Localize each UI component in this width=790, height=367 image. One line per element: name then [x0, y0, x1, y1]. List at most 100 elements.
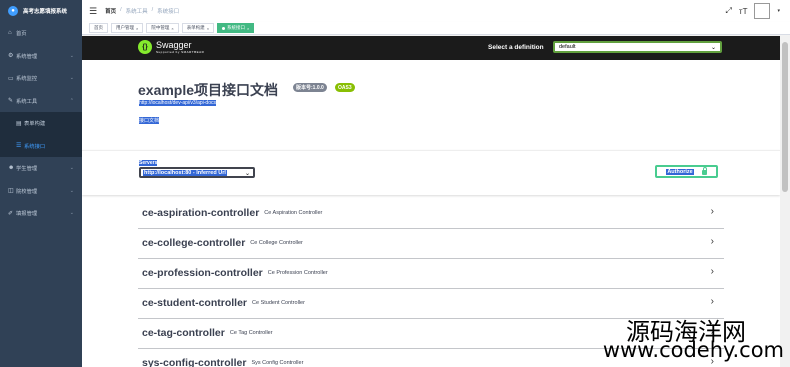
controller-description: Ce College Controller — [250, 240, 303, 246]
sidebar-item-label: 院校管理 — [16, 188, 38, 195]
chevron-down-icon: ⌄ — [69, 210, 74, 217]
sidebar-item[interactable]: ◫ 院校管理 ⌄ — [0, 180, 82, 203]
controller-description: Ce Tag Controller — [229, 330, 273, 336]
controller-name[interactable]: ce-student-controller — [138, 297, 247, 309]
tag-item[interactable]: 系统接口 × — [217, 23, 255, 33]
close-icon[interactable]: × — [247, 26, 249, 31]
brand[interactable]: ● 高考志愿填报系统 — [0, 0, 82, 22]
fullscreen-icon[interactable]: ⤢ — [726, 6, 732, 16]
authorize-button[interactable]: Authorize — [655, 165, 718, 178]
chevron-down-icon: ⌄ — [69, 187, 74, 194]
hamburger-icon[interactable]: ☰ — [89, 6, 97, 17]
avatar[interactable] — [754, 3, 771, 19]
sidebar-item-label: 表单构建 — [24, 121, 46, 128]
breadcrumb-item: 系统接口 — [157, 9, 180, 15]
chevron-right-icon[interactable]: › — [711, 206, 714, 217]
caret-down-icon[interactable]: ▾ — [777, 8, 780, 14]
sidebar-item-label: 填报管理 — [16, 211, 38, 218]
breadcrumb-item: 系统工具 — [125, 9, 148, 15]
sidebar-item[interactable]: ✎ 系统工具 ⌃ — [0, 90, 82, 113]
chevron-up-icon: ⌃ — [69, 97, 74, 104]
font-size-icon[interactable]: ᴛT — [739, 7, 748, 16]
breadcrumb-item[interactable]: 首页 — [105, 7, 116, 15]
tag-item[interactable]: 院中管理 × — [146, 23, 179, 33]
chevron-down-icon: ⌄ — [69, 52, 74, 59]
sidebar-item[interactable]: ⌂ 首页 — [0, 22, 82, 45]
sidebar-item-label: 系统工具 — [16, 98, 38, 105]
controller-name[interactable]: sys-config-controller — [138, 357, 246, 367]
breadcrumb-separator: / — [151, 7, 154, 13]
controller-name[interactable]: ce-tag-controller — [138, 327, 225, 339]
close-icon[interactable]: × — [207, 26, 209, 31]
dashboard-icon: ⌂ — [8, 30, 12, 37]
controller-description: Sys Config Controller — [251, 360, 304, 366]
sidebar-item-label: 系统管理 — [16, 53, 38, 60]
swagger-brand: Swagger — [156, 39, 192, 50]
tag-label: 系统接口 — [227, 25, 246, 30]
swagger-logo[interactable]: {} Swagger Supported by SMARTBEAR — [138, 40, 204, 54]
authorize-label: Authorize — [666, 168, 694, 175]
chevron-down-icon: ⌄ — [69, 75, 74, 82]
sidebar-item[interactable]: ☰ 系统接口 — [0, 134, 82, 157]
school-icon: ◫ — [8, 188, 14, 195]
tag-item[interactable]: 用户管理 × — [111, 23, 144, 33]
controller-section[interactable]: ce-profession-controller Ce Profession Co… — [138, 258, 724, 289]
tags-view: 首页 用户管理 × 院中管理 × 表单构建 × 系统接口 × — [82, 22, 790, 35]
close-icon[interactable]: × — [136, 26, 138, 31]
definition-select[interactable]: default ⌄ — [553, 41, 722, 53]
controller-section[interactable]: ce-aspiration-controller Ce Aspiration Co… — [138, 198, 724, 229]
navbar-right: ⤢ ᴛT ▾ — [726, 3, 780, 19]
tag-label: 用户管理 — [116, 25, 134, 30]
sidebar: ● 高考志愿填报系统 ⌂ 首页 ⚙ 系统管理 ⌄ ▭ 系统监控 ⌄ ✎ 系统工具 ⌃ ▤ 表单构建 ☰ 系统… — [0, 0, 82, 367]
navbar: ☰ 首页 / 系统工具 / 系统接口 ⤢ ᴛT ▾ — [82, 0, 790, 23]
tag-item[interactable]: 首页 — [89, 23, 108, 33]
controller-section[interactable]: ce-college-controller Ce College Controll… — [138, 228, 724, 259]
servers-select[interactable]: http://localhost:80 - Inferred Url ⌄ — [139, 167, 255, 178]
api-docs-link[interactable]: http://localhost/dev-api/v3/api-docs — [139, 100, 216, 106]
monitor-icon: ▭ — [8, 75, 14, 82]
sidebar-item[interactable]: ☻ 学生管理 ⌄ — [0, 157, 82, 180]
swagger-brand-sub: Supported by SMARTBEAR — [156, 49, 205, 54]
controller-description: Ce Student Controller — [252, 300, 305, 306]
swagger-logo-icon: {} — [138, 40, 152, 54]
user-icon: ☻ — [8, 165, 15, 172]
sidebar-item[interactable]: ▤ 表单构建 — [0, 112, 82, 135]
chevron-right-icon[interactable]: › — [711, 266, 714, 277]
watermark-line2: www.codehy.com — [602, 338, 784, 362]
sidebar-item[interactable]: ⚙ 系统管理 ⌄ — [0, 45, 82, 68]
chevron-down-icon: ⌄ — [710, 45, 716, 51]
breadcrumb: 首页 / 系统工具 / 系统接口 — [105, 7, 179, 15]
sidebar-item-label: 系统监控 — [16, 76, 38, 83]
sidebar-menu: ⌂ 首页 ⚙ 系统管理 ⌄ ▭ 系统监控 ⌄ ✎ 系统工具 ⌃ ▤ 表单构建 ☰ 系统接口 ☻ 学生管理 ⌄ ◫ 院校… — [0, 22, 82, 225]
chevron-down-icon: ⌄ — [69, 165, 74, 172]
tag-label: 院中管理 — [151, 25, 170, 30]
tag-item[interactable]: 表单构建 × — [181, 23, 215, 33]
sidebar-item-label: 系统接口 — [24, 143, 46, 150]
tool-icon: ✎ — [8, 98, 14, 105]
close-icon[interactable]: × — [171, 26, 173, 31]
servers-label: Servers — [139, 160, 158, 166]
controller-name[interactable]: ce-profession-controller — [138, 267, 263, 279]
lock-icon — [701, 167, 707, 175]
sidebar-item-label: 学生管理 — [16, 166, 38, 173]
app-title: 高考志愿填报系统 — [23, 9, 68, 15]
swagger-icon: ☰ — [16, 143, 22, 150]
active-dot-icon — [222, 26, 226, 30]
controller-name[interactable]: ce-aspiration-controller — [138, 207, 259, 219]
logo-icon: ● — [8, 6, 18, 16]
sidebar-item[interactable]: ▭ 系统监控 ⌄ — [0, 67, 82, 90]
sidebar-item[interactable]: ✐ 填报管理 ⌄ — [0, 202, 82, 225]
tag-label: 首页 — [94, 25, 103, 30]
chevron-right-icon[interactable]: › — [711, 236, 714, 247]
scrollbar-thumb[interactable] — [782, 42, 788, 192]
chevron-down-icon: ⌄ — [244, 171, 250, 177]
api-title: example项目接口文档 — [138, 82, 279, 98]
oas-badge: OAS3 — [335, 83, 355, 92]
controller-description: Ce Aspiration Controller — [264, 210, 323, 216]
gear-icon: ⚙ — [8, 53, 14, 60]
controller-name[interactable]: ce-college-controller — [138, 237, 245, 249]
breadcrumb-separator: / — [120, 7, 122, 13]
chevron-right-icon[interactable]: › — [711, 296, 714, 307]
scheme-container: Servers http://localhost:80 - Inferred U… — [82, 150, 780, 195]
api-description: 接口文档 — [139, 117, 160, 124]
